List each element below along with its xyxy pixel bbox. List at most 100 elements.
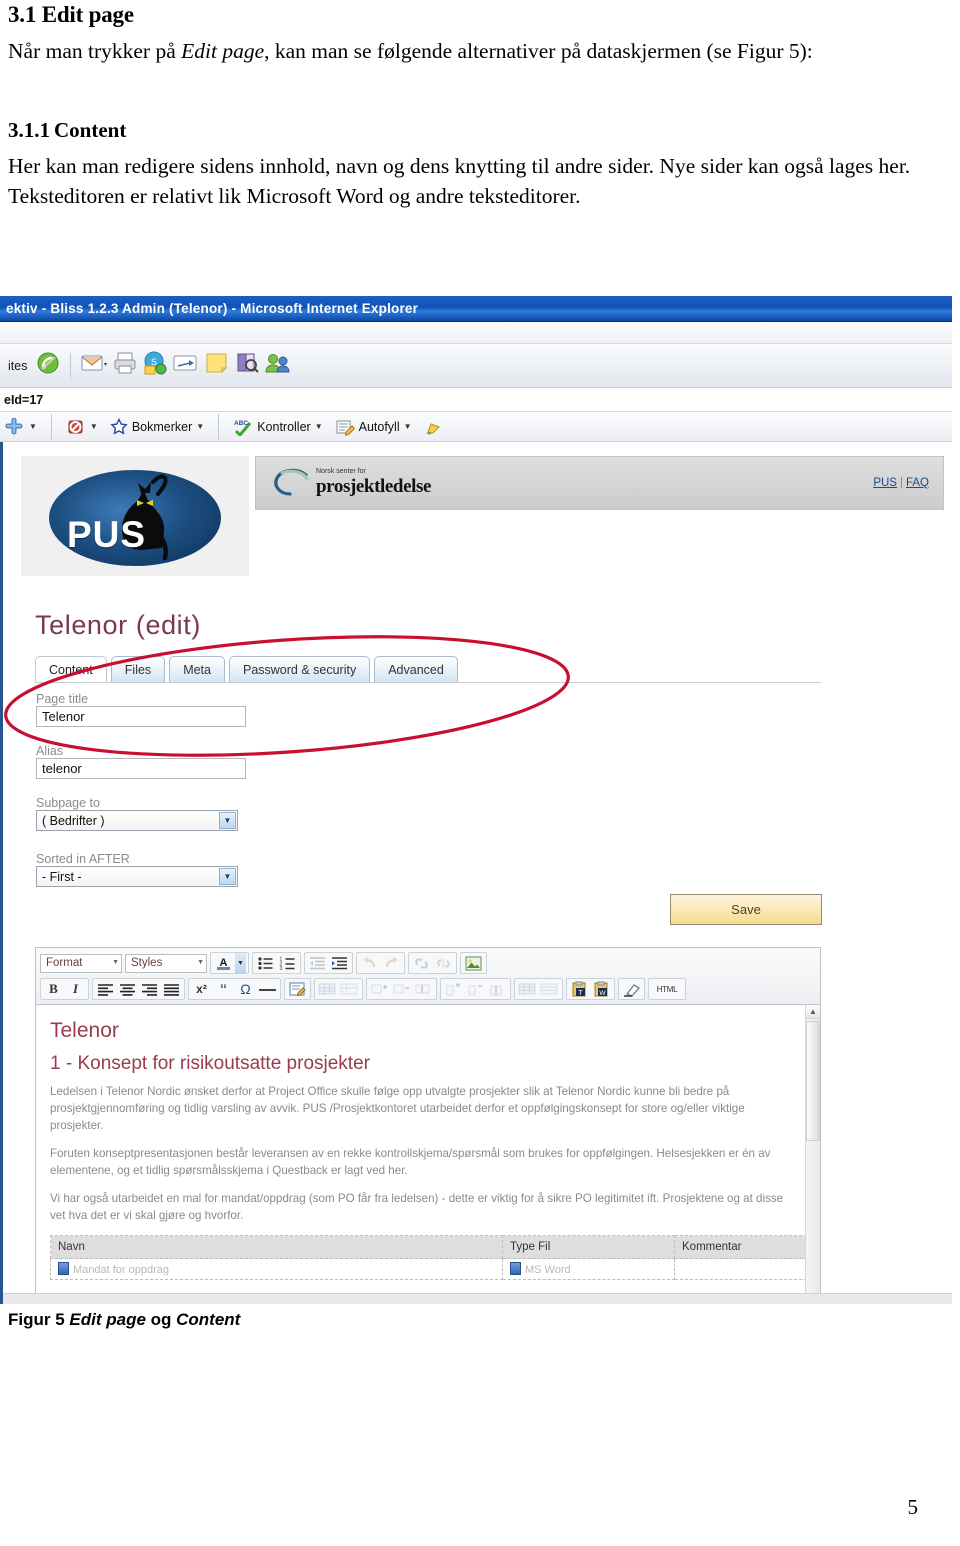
tab-password-security[interactable]: Password & security bbox=[229, 656, 370, 683]
editor-toolbar-row-2[interactable]: B I bbox=[40, 977, 816, 1001]
col-insert-icon[interactable] bbox=[443, 979, 464, 999]
editor-document[interactable]: Telenor 1 - Konsept for risikoutsatte pr… bbox=[36, 1005, 820, 1280]
scroll-up-icon[interactable]: ▲ bbox=[806, 1005, 820, 1019]
editor-toolbar[interactable]: Format ▼ Styles ▼ A ▼ bbox=[35, 947, 821, 1005]
chevron-down-icon[interactable]: ▼ bbox=[196, 422, 204, 431]
chevron-down-icon[interactable]: ▼ bbox=[235, 953, 246, 973]
eraser-group[interactable] bbox=[618, 978, 645, 1000]
image-icon[interactable] bbox=[463, 953, 484, 973]
browser-address-bar[interactable]: eId=17 bbox=[0, 388, 952, 412]
link-icon[interactable] bbox=[411, 953, 432, 973]
align-right-icon[interactable] bbox=[139, 979, 160, 999]
italic-icon[interactable]: I bbox=[65, 979, 86, 999]
chevron-down-icon[interactable]: ▼ bbox=[90, 422, 98, 431]
source-group[interactable]: HTML bbox=[648, 978, 686, 1000]
table-delete-icon[interactable] bbox=[339, 979, 360, 999]
chevron-down-icon[interactable]: ▼ bbox=[315, 422, 323, 431]
plus-icon[interactable]: ▼ bbox=[2, 418, 40, 436]
bulleted-list-icon[interactable] bbox=[255, 953, 276, 973]
indent-icon[interactable] bbox=[329, 953, 350, 973]
special-char-icon[interactable]: Ω bbox=[235, 979, 256, 999]
col-merge-icon[interactable] bbox=[487, 979, 508, 999]
gtoolbar-label-bokmerker[interactable]: Bokmerker bbox=[132, 420, 192, 434]
history-group[interactable] bbox=[356, 952, 405, 974]
paste-text-icon[interactable]: T bbox=[569, 979, 590, 999]
blockquote-icon[interactable]: “ bbox=[213, 979, 234, 999]
editor-scrollbar[interactable]: ▲ bbox=[805, 1005, 820, 1304]
mail-icon[interactable] bbox=[80, 350, 108, 381]
bold-italic-group[interactable]: B I bbox=[40, 978, 89, 1000]
chevron-down-icon[interactable]: ▼ bbox=[29, 422, 37, 431]
note-icon[interactable] bbox=[204, 350, 230, 381]
link-group[interactable] bbox=[408, 952, 457, 974]
col-delete-icon[interactable] bbox=[465, 979, 486, 999]
page-title-input[interactable]: Telenor bbox=[36, 706, 246, 727]
form-group[interactable] bbox=[284, 978, 311, 1000]
format-dropdown[interactable]: Format ▼ bbox=[40, 954, 122, 973]
address-input[interactable]: eId=17 bbox=[4, 393, 43, 407]
nsp-logo[interactable]: Norsk senter for prosjektledelse bbox=[270, 466, 431, 500]
pus-logo[interactable]: PUS bbox=[21, 456, 249, 576]
numbered-list-icon[interactable]: 123 bbox=[277, 953, 298, 973]
chevron-down-icon[interactable]: ▼ bbox=[219, 868, 236, 885]
link-pus[interactable]: PUS bbox=[873, 477, 897, 489]
unlink-icon[interactable] bbox=[433, 953, 454, 973]
text-color-icon[interactable]: A bbox=[213, 953, 234, 973]
alias-input[interactable]: telenor bbox=[36, 758, 246, 779]
table-props-icon[interactable] bbox=[517, 979, 538, 999]
list-group[interactable]: 123 bbox=[252, 952, 301, 974]
tab-advanced[interactable]: Advanced bbox=[374, 656, 458, 683]
editor-toolbar-row-1[interactable]: Format ▼ Styles ▼ A ▼ bbox=[40, 951, 816, 975]
row-delete-icon[interactable] bbox=[391, 979, 412, 999]
eraser-icon[interactable] bbox=[621, 979, 642, 999]
tab-content[interactable]: Content bbox=[35, 656, 107, 683]
row-insert-icon[interactable] bbox=[369, 979, 390, 999]
paste-group[interactable]: T W bbox=[566, 978, 615, 1000]
favorites-label[interactable]: ites bbox=[4, 359, 31, 373]
superscript-icon[interactable]: x² bbox=[191, 979, 212, 999]
undo-icon[interactable] bbox=[359, 953, 380, 973]
messenger-icon[interactable] bbox=[264, 350, 292, 381]
chevron-down-icon[interactable]: ▼ bbox=[112, 959, 119, 966]
table-cell-group-1[interactable] bbox=[314, 978, 363, 1000]
indent-group[interactable] bbox=[304, 952, 353, 974]
blocker-icon[interactable]: ▼ bbox=[63, 418, 101, 436]
form-icon[interactable] bbox=[287, 979, 308, 999]
print-icon[interactable] bbox=[112, 350, 138, 381]
html-source-icon[interactable]: HTML bbox=[651, 979, 683, 999]
justify-icon[interactable] bbox=[161, 979, 182, 999]
editor-content-area[interactable]: ▲ Telenor 1 - Konsept for risikoutsatte … bbox=[35, 1005, 821, 1304]
tab-files[interactable]: Files bbox=[111, 656, 165, 683]
alignment-group[interactable] bbox=[92, 978, 185, 1000]
align-left-icon[interactable] bbox=[95, 979, 116, 999]
subpage-to-select[interactable]: ( Bedrifter ) ▼ bbox=[36, 810, 238, 831]
bold-icon[interactable]: B bbox=[43, 979, 64, 999]
table-cell-group-2[interactable] bbox=[366, 978, 437, 1000]
align-center-icon[interactable] bbox=[117, 979, 138, 999]
insert-group[interactable]: x² “ Ω bbox=[188, 978, 281, 1000]
table-props-group[interactable] bbox=[514, 978, 563, 1000]
scrollbar-thumb[interactable] bbox=[806, 1021, 820, 1141]
text-color-group[interactable]: A ▼ bbox=[210, 952, 249, 974]
chevron-down-icon[interactable]: ▼ bbox=[219, 812, 236, 829]
image-group[interactable] bbox=[460, 952, 487, 974]
row-merge-icon[interactable] bbox=[413, 979, 434, 999]
google-toolbar[interactable]: ▼ ▼ Bokmerker ▼ ABC Kontroller ▼ Autofyl… bbox=[0, 412, 952, 442]
link-faq[interactable]: FAQ bbox=[906, 477, 929, 489]
styles-dropdown[interactable]: Styles ▼ bbox=[125, 954, 207, 973]
table-cell-group-3[interactable] bbox=[440, 978, 511, 1000]
card-icon[interactable] bbox=[172, 350, 200, 381]
table-insert-icon[interactable] bbox=[317, 979, 338, 999]
tab-meta[interactable]: Meta bbox=[169, 656, 225, 683]
gtoolbar-label-autofyll[interactable]: Autofyll bbox=[359, 420, 400, 434]
gtoolbar-label-kontroller[interactable]: Kontroller bbox=[257, 420, 311, 434]
tab-bar[interactable]: Content Files Meta Password & security A… bbox=[35, 656, 458, 683]
horizontal-rule-icon[interactable] bbox=[257, 979, 278, 999]
browser-menu-strip[interactable] bbox=[0, 322, 952, 344]
gtoolbar-item-bokmerker[interactable]: Bokmerker ▼ bbox=[107, 418, 207, 436]
skype-icon[interactable]: S bbox=[142, 350, 168, 381]
redo-icon[interactable] bbox=[381, 953, 402, 973]
gtoolbar-item-kontroller[interactable]: ABC Kontroller ▼ bbox=[230, 418, 325, 436]
table-grid-icon[interactable] bbox=[539, 979, 560, 999]
save-button[interactable]: Save bbox=[670, 894, 822, 925]
